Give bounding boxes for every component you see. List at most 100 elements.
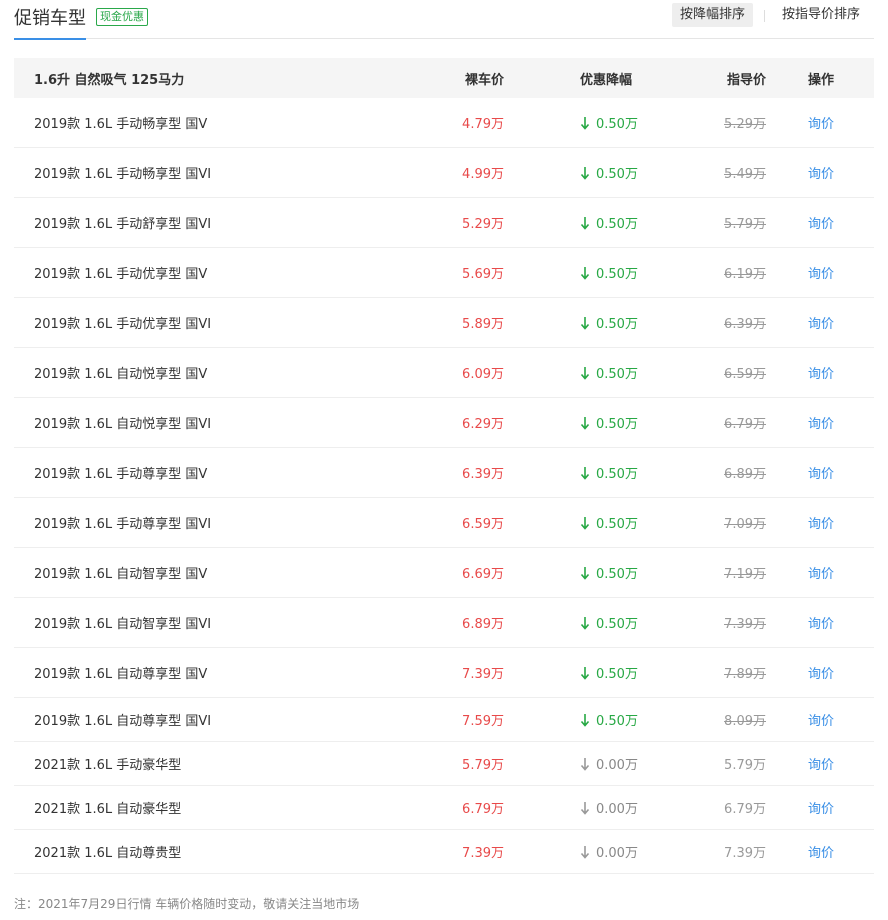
down-arrow-icon <box>580 616 590 630</box>
guide-price: 6.79万 <box>694 786 766 829</box>
inquiry-link[interactable]: 询价 <box>808 830 834 873</box>
inquiry-link[interactable]: 询价 <box>808 598 834 647</box>
car-model-name: 2019款 1.6L 手动畅享型 国VI <box>34 167 212 182</box>
section-header: 促销车型 现金优惠 按降幅排序 按指导价排序 <box>14 0 874 40</box>
table-row: 2019款 1.6L 自动悦享型 国V 6.09万 0.50万 6.59万 询价 <box>14 348 874 398</box>
inquiry-link[interactable]: 询价 <box>808 248 834 297</box>
down-arrow-icon <box>580 566 590 580</box>
inquiry-link[interactable]: 询价 <box>808 498 834 547</box>
table-row: 2021款 1.6L 手动豪华型 5.79万 0.00万 5.79万 询价 <box>14 742 874 786</box>
guide-price: 6.59万 <box>694 348 766 397</box>
discount-value: 0.50万 <box>596 367 638 382</box>
discount-value: 0.00万 <box>596 846 638 861</box>
discount-amount: 0.50万 <box>580 548 638 597</box>
table-row: 2019款 1.6L 自动智享型 国V 6.69万 0.50万 7.19万 询价 <box>14 548 874 598</box>
discount-value: 0.50万 <box>596 467 638 482</box>
bare-car-price: 6.89万 <box>462 617 504 632</box>
guide-price-value: 6.39万 <box>724 317 766 332</box>
inquiry-link[interactable]: 询价 <box>808 148 834 197</box>
discount-amount: 0.50万 <box>580 498 638 547</box>
inquiry-link[interactable]: 询价 <box>808 742 834 785</box>
table-row: 2019款 1.6L 自动尊享型 国V 7.39万 0.50万 7.89万 询价 <box>14 648 874 698</box>
guide-price-value: 6.79万 <box>724 417 766 432</box>
car-model-name: 2019款 1.6L 自动尊享型 国V <box>34 667 208 682</box>
discount-amount: 0.50万 <box>580 298 638 347</box>
inquiry-link[interactable]: 询价 <box>808 298 834 347</box>
group-title: 1.6升 自然吸气 125马力 <box>34 72 185 88</box>
guide-price: 7.09万 <box>694 498 766 547</box>
car-model-name: 2021款 1.6L 自动尊贵型 <box>34 846 182 861</box>
down-arrow-icon <box>580 216 590 230</box>
car-model-name: 2019款 1.6L 手动舒享型 国VI <box>34 217 212 232</box>
car-model-name: 2019款 1.6L 手动畅享型 国V <box>34 117 208 132</box>
cash-discount-badge: 现金优惠 <box>96 8 148 26</box>
col-header-guide-price: 指导价 <box>726 72 766 88</box>
car-model-name: 2021款 1.6L 手动豪华型 <box>34 758 182 773</box>
guide-price: 6.89万 <box>694 448 766 497</box>
inquiry-link[interactable]: 询价 <box>808 786 834 829</box>
table-row: 2019款 1.6L 手动舒享型 国VI 5.29万 0.50万 5.79万 询价 <box>14 198 874 248</box>
inquiry-link[interactable]: 询价 <box>808 648 834 697</box>
guide-price: 5.79万 <box>694 742 766 785</box>
bare-car-price: 7.59万 <box>462 714 504 729</box>
inquiry-link[interactable]: 询价 <box>808 448 834 497</box>
discount-value: 0.50万 <box>596 217 638 232</box>
sort-by-discount-button[interactable]: 按降幅排序 <box>672 3 754 27</box>
guide-price-value: 6.89万 <box>724 467 766 482</box>
discount-amount: 0.50万 <box>580 348 638 397</box>
down-arrow-icon <box>580 845 590 859</box>
bare-car-price: 5.29万 <box>462 217 504 232</box>
col-header-discount: 优惠降幅 <box>580 72 633 88</box>
down-arrow-icon <box>580 366 590 380</box>
discount-amount: 0.50万 <box>580 448 638 497</box>
down-arrow-icon <box>580 757 590 771</box>
guide-price: 7.39万 <box>694 598 766 647</box>
discount-value: 0.50万 <box>596 117 638 132</box>
car-model-name: 2019款 1.6L 自动悦享型 国VI <box>34 417 212 432</box>
guide-price-value: 8.09万 <box>724 714 766 729</box>
inquiry-link[interactable]: 询价 <box>808 398 834 447</box>
footer-note: 注：2021年7月29日行情 车辆价格随时变动，敬请关注当地市场 <box>14 897 360 911</box>
guide-price: 6.19万 <box>694 248 766 297</box>
section-title[interactable]: 促销车型 <box>14 4 86 40</box>
guide-price-value: 5.79万 <box>724 217 766 232</box>
inquiry-link[interactable]: 询价 <box>808 98 834 147</box>
inquiry-link[interactable]: 询价 <box>808 698 834 741</box>
guide-price: 5.79万 <box>694 198 766 247</box>
bare-car-price: 6.29万 <box>462 417 504 432</box>
guide-price-value: 7.39万 <box>724 617 766 632</box>
discount-value: 0.50万 <box>596 617 638 632</box>
sort-by-guide-price-button[interactable]: 按指导价排序 <box>774 3 868 27</box>
discount-value: 0.50万 <box>596 567 638 582</box>
table-row: 2019款 1.6L 自动智享型 国VI 6.89万 0.50万 7.39万 询价 <box>14 598 874 648</box>
down-arrow-icon <box>580 166 590 180</box>
col-header-price: 裸车价 <box>464 72 504 88</box>
inquiry-link[interactable]: 询价 <box>808 348 834 397</box>
guide-price-value: 6.59万 <box>724 367 766 382</box>
discount-amount: 0.00万 <box>580 830 638 873</box>
down-arrow-icon <box>580 416 590 430</box>
discount-value: 0.50万 <box>596 517 638 532</box>
table-row: 2019款 1.6L 自动尊享型 国VI 7.59万 0.50万 8.09万 询价 <box>14 698 874 742</box>
guide-price: 6.79万 <box>694 398 766 447</box>
discount-amount: 0.50万 <box>580 648 638 697</box>
guide-price-value: 7.39万 <box>724 846 766 861</box>
down-arrow-icon <box>580 666 590 680</box>
table-row: 2019款 1.6L 手动畅享型 国VI 4.99万 0.50万 5.49万 询价 <box>14 148 874 198</box>
discount-value: 0.00万 <box>596 802 638 817</box>
bare-car-price: 7.39万 <box>462 846 504 861</box>
guide-price: 7.19万 <box>694 548 766 597</box>
guide-price-value: 5.79万 <box>724 758 766 773</box>
bare-car-price: 6.69万 <box>462 567 504 582</box>
discount-amount: 0.00万 <box>580 742 638 785</box>
inquiry-link[interactable]: 询价 <box>808 548 834 597</box>
bare-car-price: 6.39万 <box>462 467 504 482</box>
inquiry-link[interactable]: 询价 <box>808 198 834 247</box>
table-row: 2021款 1.6L 自动豪华型 6.79万 0.00万 6.79万 询价 <box>14 786 874 830</box>
discount-value: 0.50万 <box>596 167 638 182</box>
guide-price: 5.49万 <box>694 148 766 197</box>
bare-car-price: 4.79万 <box>462 117 504 132</box>
discount-value: 0.50万 <box>596 714 638 729</box>
guide-price-value: 7.09万 <box>724 517 766 532</box>
discount-amount: 0.50万 <box>580 698 638 741</box>
